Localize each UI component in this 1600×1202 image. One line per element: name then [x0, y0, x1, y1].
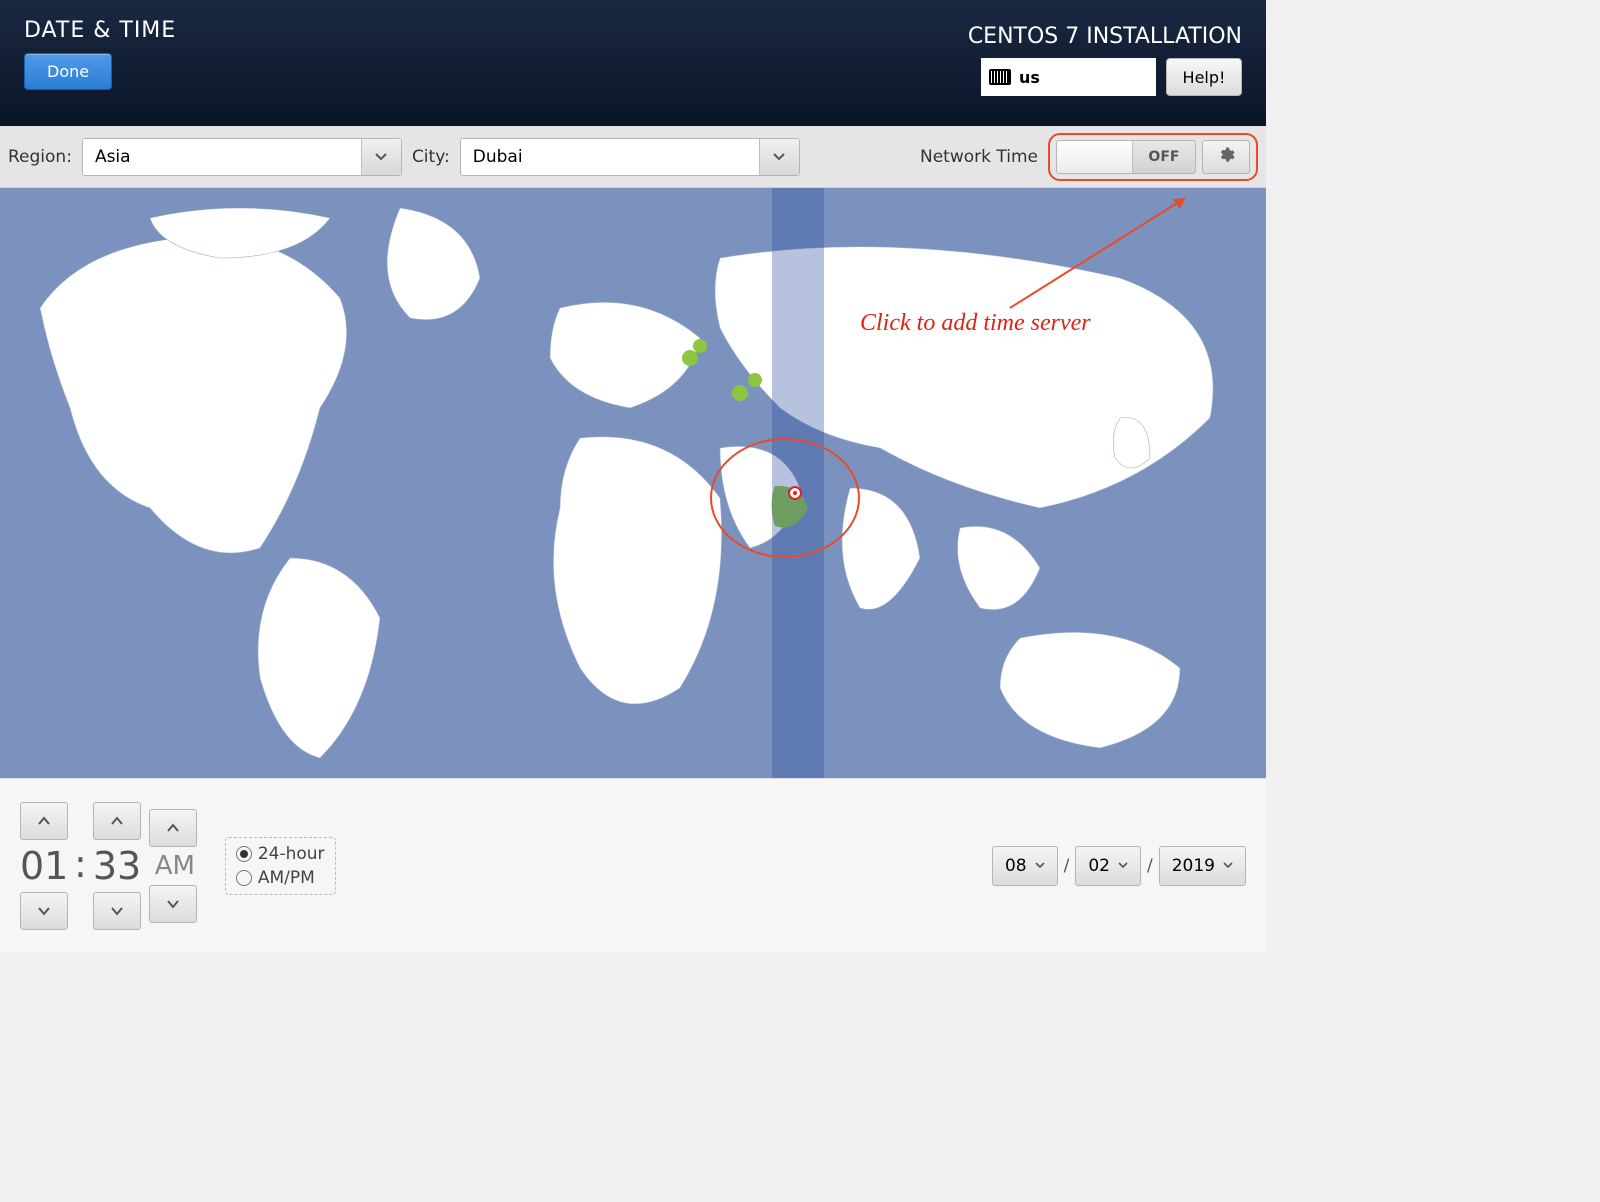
year-value: 2019: [1172, 856, 1215, 876]
minute-value: 33: [93, 844, 141, 888]
time-format-group: 24-hour AM/PM: [225, 837, 336, 895]
radio-icon: [236, 870, 252, 886]
keyboard-layout-indicator[interactable]: us: [981, 58, 1156, 96]
annotation-ellipse: [710, 438, 860, 558]
ntp-settings-button[interactable]: [1202, 140, 1250, 174]
annotation-text: Click to add time server: [860, 310, 1091, 337]
keyboard-layout-text: us: [1019, 68, 1040, 87]
format-ampm-label: AM/PM: [258, 868, 315, 888]
ampm-up-button[interactable]: [149, 809, 197, 847]
minute-down-button[interactable]: [93, 892, 141, 930]
day-select[interactable]: 02: [1075, 846, 1141, 886]
gear-icon: [1217, 146, 1235, 168]
minute-up-button[interactable]: [93, 802, 141, 840]
hour-up-button[interactable]: [20, 802, 68, 840]
region-label: Region:: [8, 147, 72, 167]
done-button[interactable]: Done: [24, 53, 112, 90]
city-value: Dubai: [461, 147, 535, 167]
format-24hour-radio[interactable]: 24-hour: [236, 844, 325, 864]
hour-value: 01: [20, 844, 68, 888]
time-colon: :: [74, 842, 87, 886]
hour-down-button[interactable]: [20, 892, 68, 930]
region-select[interactable]: Asia: [82, 138, 402, 176]
format-ampm-radio[interactable]: AM/PM: [236, 868, 325, 888]
network-time-toggle[interactable]: OFF: [1056, 140, 1196, 174]
footer-bar: 01 : 33 AM 24-hour AM/PM 08 /: [0, 778, 1266, 952]
radio-icon: [236, 846, 252, 862]
config-bar: Region: Asia City: Dubai Network Time OF…: [0, 126, 1266, 188]
month-select[interactable]: 08: [992, 846, 1058, 886]
day-value: 02: [1088, 856, 1110, 876]
toggle-state: OFF: [1133, 141, 1195, 173]
month-value: 08: [1005, 856, 1027, 876]
keyboard-icon: [989, 69, 1011, 85]
ampm-value: AM: [151, 851, 199, 881]
toggle-thumb: [1057, 141, 1133, 173]
chevron-down-icon: [759, 139, 799, 175]
format-24hour-label: 24-hour: [258, 844, 325, 864]
chevron-down-icon: [361, 139, 401, 175]
timezone-map[interactable]: Click to add time server: [0, 188, 1266, 778]
help-button[interactable]: Help!: [1166, 58, 1242, 96]
date-sep: /: [1147, 856, 1153, 876]
install-title: CENTOS 7 INSTALLATION: [968, 24, 1242, 49]
date-sep: /: [1064, 856, 1070, 876]
city-select[interactable]: Dubai: [460, 138, 800, 176]
annotation-arrow: [1000, 193, 1200, 313]
region-value: Asia: [83, 147, 143, 167]
year-select[interactable]: 2019: [1159, 846, 1246, 886]
network-time-group: OFF: [1048, 133, 1258, 181]
ampm-down-button[interactable]: [149, 885, 197, 923]
date-group: 08 / 02 / 2019: [992, 846, 1246, 886]
header-bar: DATE & TIME Done CENTOS 7 INSTALLATION u…: [0, 0, 1266, 126]
network-time-label: Network Time: [920, 147, 1038, 167]
city-label: City:: [412, 147, 450, 167]
